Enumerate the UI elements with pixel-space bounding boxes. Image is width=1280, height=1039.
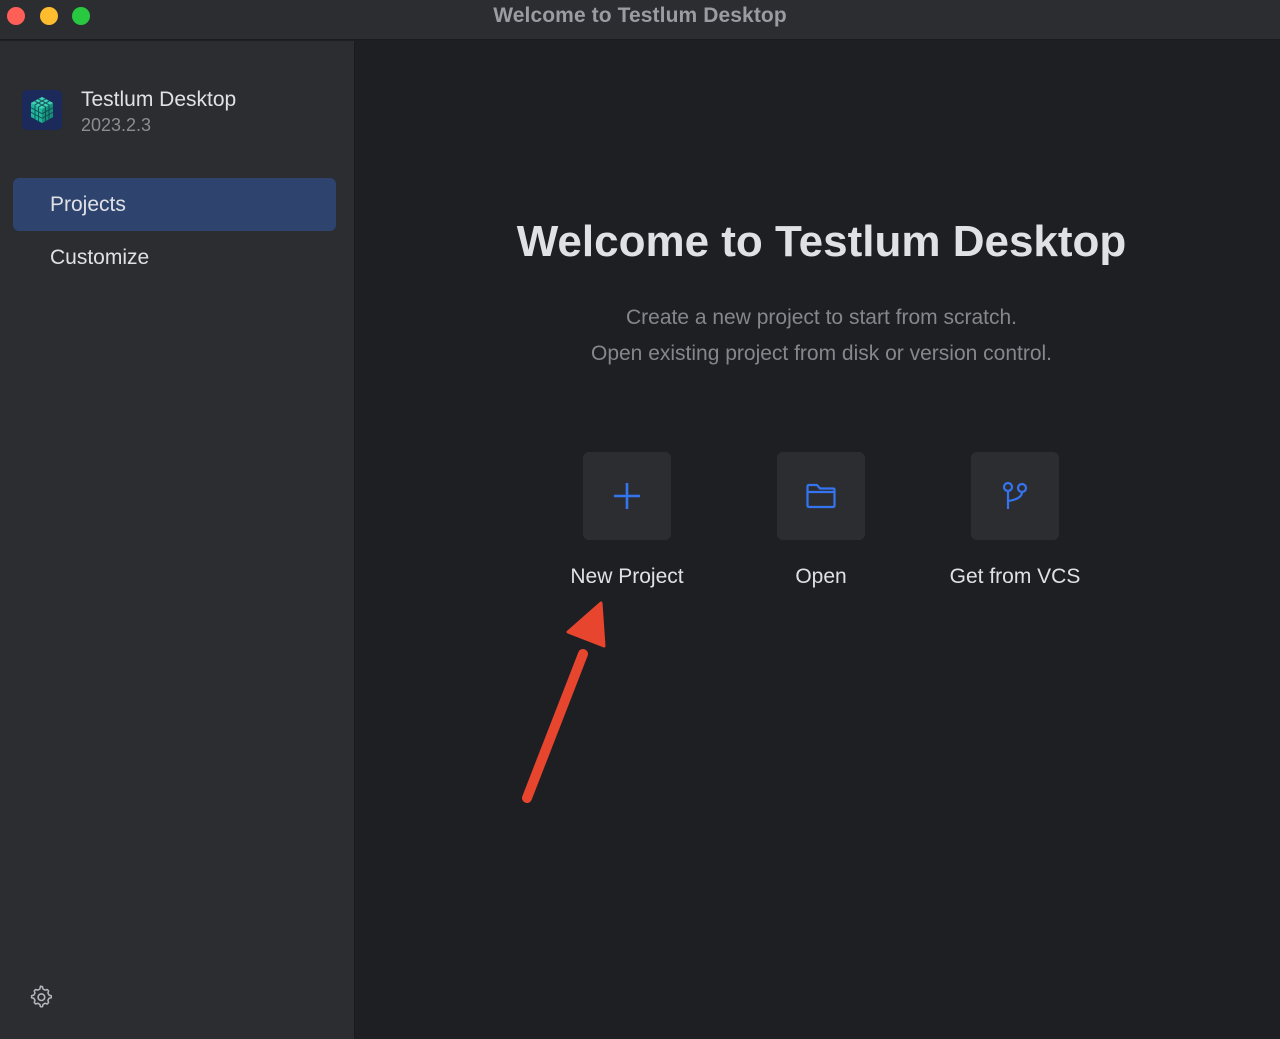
- new-project-button[interactable]: [583, 452, 671, 540]
- folder-icon: [806, 483, 836, 509]
- get-from-vcs-label[interactable]: Get from VCS: [915, 565, 1115, 589]
- get-from-vcs-button[interactable]: [971, 452, 1059, 540]
- app-name: Testlum Desktop: [81, 88, 237, 111]
- subtitle-line-2: Open existing project from disk or versi…: [590, 342, 1053, 365]
- vcs-branch-icon: [1002, 481, 1028, 509]
- app-logo-icon: [22, 90, 62, 130]
- window-title: Welcome to Testlum Desktop: [493, 4, 787, 27]
- sidebar: Testlum Desktop 2023.2.3 Projects Custom…: [0, 41, 355, 1039]
- open-label[interactable]: Open: [721, 565, 921, 589]
- app-version: 2023.2.3: [81, 115, 152, 135]
- sidebar-item-customize[interactable]: Customize: [13, 231, 336, 284]
- sidebar-item-label: Customize: [50, 246, 150, 269]
- open-button[interactable]: [777, 452, 865, 540]
- new-project-label[interactable]: New Project: [527, 565, 727, 589]
- page-title: Welcome to Testlum Desktop: [516, 217, 1127, 266]
- sidebar-item-label: Projects: [50, 193, 126, 216]
- subtitle-line-1: Create a new project to start from scrat…: [626, 306, 1017, 329]
- main-panel: Welcome to Testlum Desktop Create a new …: [356, 41, 1280, 1039]
- title-bar: Welcome to Testlum Desktop: [0, 0, 1280, 40]
- plus-icon: [614, 483, 640, 509]
- gear-icon[interactable]: [29, 985, 53, 1009]
- sidebar-item-projects[interactable]: Projects: [13, 178, 336, 231]
